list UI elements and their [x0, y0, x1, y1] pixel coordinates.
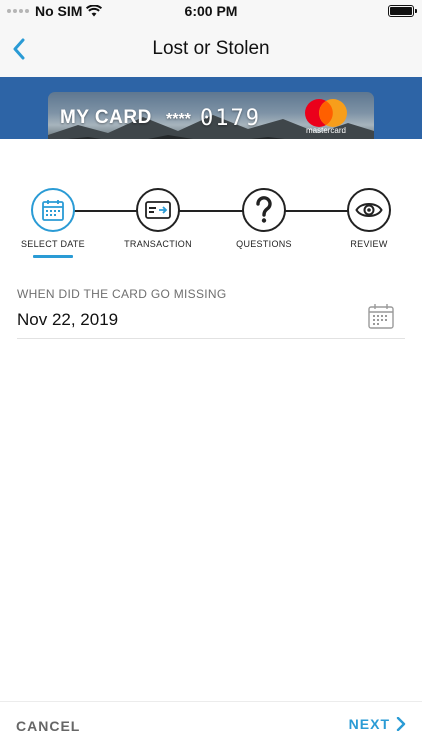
step-circle[interactable]: [242, 188, 286, 232]
step-label: TRANSACTION: [124, 239, 192, 249]
status-bar: No SIM 6:00 PM: [0, 0, 422, 22]
cancel-button[interactable]: CANCEL: [16, 718, 80, 734]
step-circle[interactable]: [31, 188, 75, 232]
credit-card-icon: [145, 201, 171, 219]
step-questions[interactable]: QUESTIONS: [219, 188, 309, 249]
next-button[interactable]: NEXT: [349, 716, 406, 732]
card-network: mastercard: [305, 126, 346, 135]
calendar-icon[interactable]: [367, 302, 395, 330]
status-time: 6:00 PM: [184, 3, 238, 19]
step-label: REVIEW: [350, 239, 388, 249]
nav-bar: Lost or Stolen: [0, 22, 422, 78]
battery-icon: [388, 5, 417, 17]
step-circle[interactable]: [136, 188, 180, 232]
card-number-mask: ****: [166, 111, 191, 128]
step-review[interactable]: REVIEW: [324, 188, 414, 249]
question-mark-icon: [256, 196, 272, 223]
card-banner: MY CARD **** 0179 mastercard: [0, 77, 422, 139]
stepper-line: [54, 210, 368, 212]
field-divider: [17, 338, 405, 339]
card-image: MY CARD **** 0179 mastercard: [48, 92, 374, 139]
page-title: Lost or Stolen: [152, 38, 270, 59]
date-field-label: WHEN DID THE CARD GO MISSING: [17, 287, 227, 301]
card-last4: 0179: [200, 106, 261, 131]
step-select-date[interactable]: SELECT DATE: [8, 188, 98, 258]
step-circle[interactable]: [347, 188, 391, 232]
calendar-icon: [42, 200, 64, 221]
footer-divider: [0, 701, 422, 702]
eye-icon: [355, 203, 383, 217]
card-name: MY CARD: [60, 107, 152, 128]
active-step-indicator: [33, 255, 73, 258]
chevron-right-icon: [396, 717, 406, 731]
progress-stepper: SELECT DATE TRANSACTION QUESTIONS REVIEW: [0, 188, 422, 268]
date-field-value[interactable]: Nov 22, 2019: [17, 310, 118, 330]
step-transaction[interactable]: TRANSACTION: [113, 188, 203, 249]
step-label: QUESTIONS: [236, 239, 292, 249]
step-label: SELECT DATE: [21, 239, 85, 249]
next-button-label: NEXT: [348, 716, 390, 732]
